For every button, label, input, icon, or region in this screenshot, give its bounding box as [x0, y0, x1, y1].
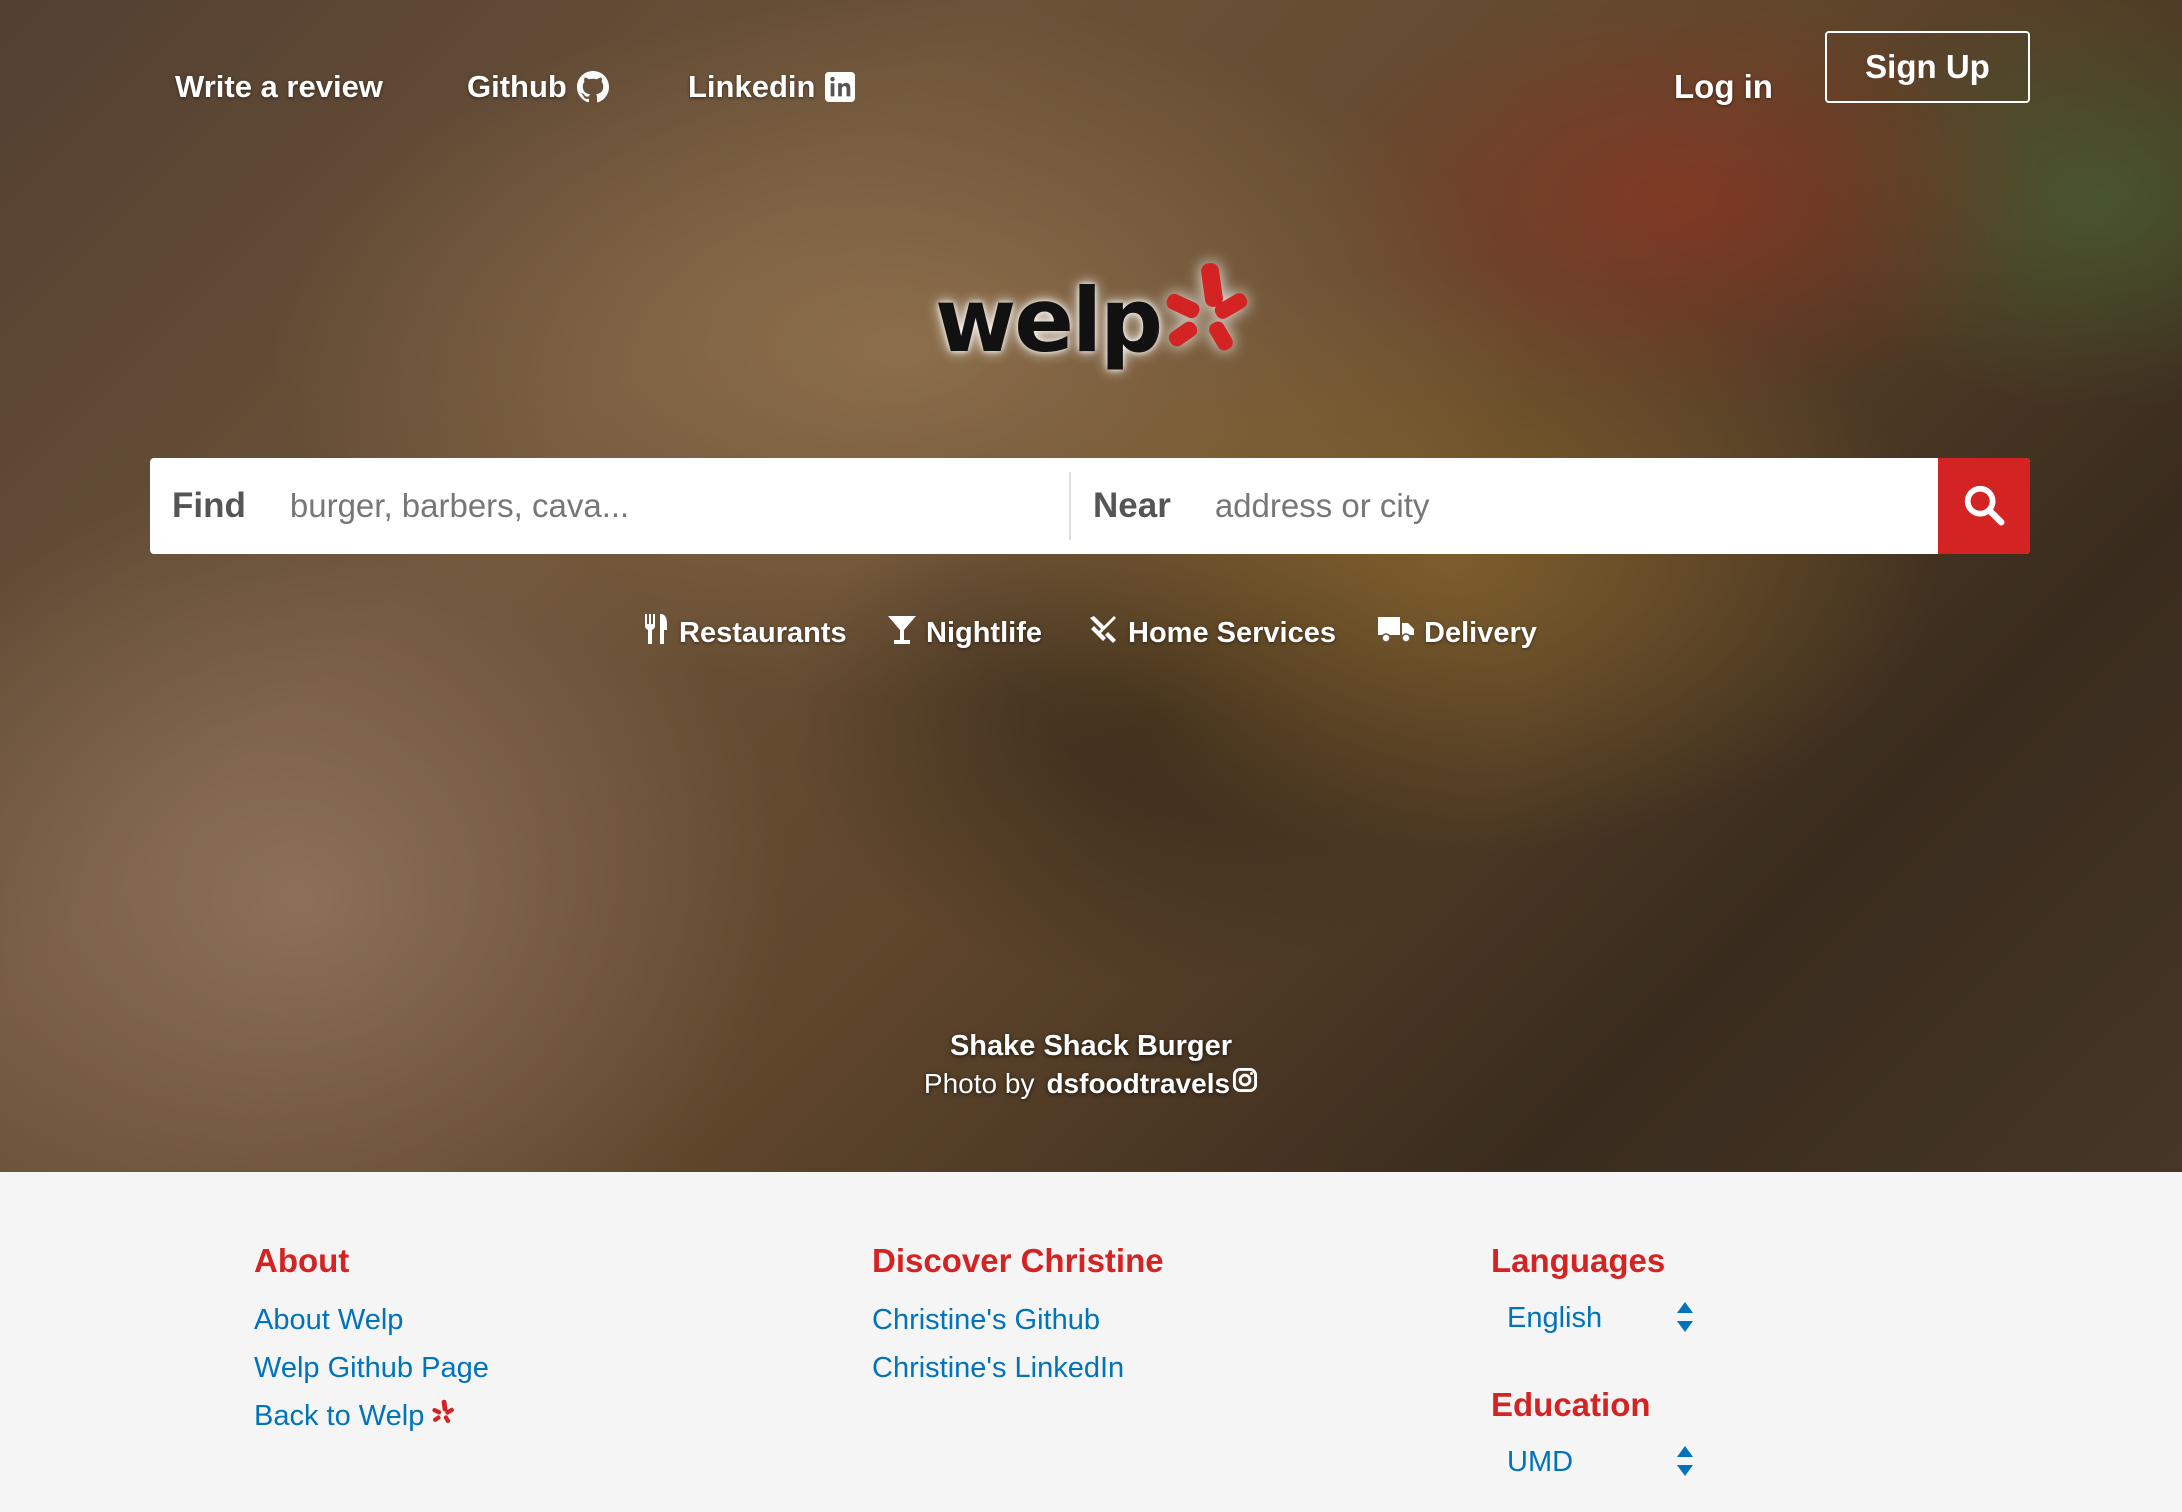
category-home-services[interactable]: Home Services [1088, 605, 1336, 661]
tools-icon [1088, 614, 1118, 652]
footer-settings-column: Languages English Education UMD [1491, 1242, 1711, 1486]
category-label: Home Services [1128, 616, 1336, 649]
language-select[interactable]: English [1491, 1294, 1711, 1342]
welp-github-page-link[interactable]: Welp Github Page [254, 1344, 489, 1392]
write-review-link[interactable]: Write a review [175, 44, 383, 130]
link-label: Christine's LinkedIn [872, 1351, 1125, 1384]
education-select[interactable]: UMD [1491, 1438, 1711, 1486]
language-value: English [1507, 1301, 1603, 1334]
welp-logo[interactable]: welp [935, 255, 1255, 385]
cocktail-icon [888, 614, 916, 652]
select-arrows-icon [1677, 1446, 1693, 1484]
github-link[interactable]: Github [467, 44, 609, 130]
github-icon [576, 71, 609, 103]
find-segment: Find [150, 472, 1071, 540]
category-label: Nightlife [926, 616, 1042, 649]
hero-background: Write a review Github Linkedin Log in Si… [0, 0, 2182, 1172]
select-arrows-icon [1677, 1302, 1693, 1340]
linkedin-link[interactable]: Linkedin [688, 44, 856, 130]
category-label: Delivery [1424, 616, 1537, 649]
category-delivery[interactable]: Delivery [1378, 605, 1537, 661]
logo-text: welp [935, 268, 1163, 372]
languages-heading: Languages [1491, 1242, 1666, 1279]
near-segment: Near [1071, 458, 1938, 554]
top-navigation: Write a review Github Linkedin Log in Si… [0, 31, 2182, 130]
near-label: Near [1093, 486, 1171, 525]
burst-icon [1165, 259, 1255, 364]
login-link[interactable]: Log in [1674, 44, 1773, 130]
discover-heading: Discover Christine [872, 1242, 1164, 1279]
photo-by-label: Photo by [923, 1067, 1035, 1099]
back-to-welp-link[interactable]: Back to Welp [254, 1392, 489, 1440]
footer-discover-column: Discover Christine Christine's Github Ch… [872, 1242, 1164, 1392]
link-label: Back to Welp [254, 1399, 425, 1432]
link-label: Welp Github Page [254, 1351, 489, 1384]
photo-credit: Shake Shack Burger Photo by dsfoodtravel… [0, 1030, 2182, 1100]
signup-button[interactable]: Sign Up [1825, 31, 2030, 103]
category-restaurants[interactable]: Restaurants [643, 605, 847, 661]
category-nightlife[interactable]: Nightlife [888, 605, 1042, 661]
github-label: Github [467, 69, 567, 104]
link-label: Christine's Github [872, 1303, 1100, 1336]
photographer-name: dsfoodtravels [1046, 1067, 1231, 1099]
footer-about-column: About About Welp Welp Github Page Back t… [254, 1242, 489, 1440]
footer: About About Welp Welp Github Page Back t… [0, 1172, 2182, 1512]
about-welp-link[interactable]: About Welp [254, 1296, 489, 1344]
photo-title: Shake Shack Burger [949, 1030, 1233, 1062]
search-icon [1961, 482, 2007, 531]
education-value: UMD [1507, 1445, 1574, 1478]
christine-github-link[interactable]: Christine's Github [872, 1296, 1164, 1344]
hero-overlay [0, 0, 2182, 1172]
find-input[interactable] [289, 487, 1069, 525]
christine-linkedin-link[interactable]: Christine's LinkedIn [872, 1344, 1164, 1392]
find-label: Find [172, 486, 246, 525]
instagram-icon [1232, 1067, 1258, 1100]
search-bar: Find Near [150, 458, 2030, 554]
burst-icon [432, 1398, 456, 1434]
near-input[interactable] [1214, 487, 1938, 525]
linkedin-label: Linkedin [688, 69, 816, 104]
write-review-label: Write a review [175, 69, 383, 104]
fork-knife-icon [643, 614, 669, 652]
linkedin-icon [825, 72, 856, 102]
category-links: Restaurants Nightlife Home Services Deli… [0, 605, 2182, 661]
about-heading: About [254, 1242, 350, 1279]
link-label: About Welp [254, 1303, 404, 1336]
photo-byline: Photo by dsfoodtravels [0, 1067, 2182, 1100]
truck-icon [1378, 615, 1414, 651]
category-label: Restaurants [679, 616, 847, 649]
education-heading: Education [1491, 1386, 1651, 1423]
photographer-link[interactable]: dsfoodtravels [1046, 1067, 1258, 1100]
search-button[interactable] [1938, 458, 2030, 554]
